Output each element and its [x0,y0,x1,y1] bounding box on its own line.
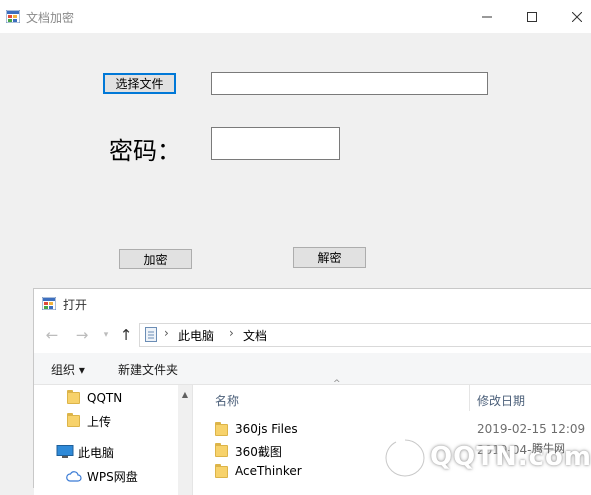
maximize-icon [526,11,537,22]
decrypt-button[interactable]: 解密 [293,247,366,268]
folder-icon [215,464,228,478]
main-title-bar: 文档加密 [0,0,591,33]
nav-item-qqtn[interactable]: QQTN [34,387,178,409]
organize-menu-button[interactable]: 组织 ▾ [51,361,85,378]
qqtn-logo-icon [383,437,427,479]
history-dropdown-icon[interactable]: ▾ [96,325,116,345]
file-path-input[interactable] [211,72,488,95]
column-header-name[interactable]: 名称 [215,392,239,409]
column-divider[interactable] [469,385,470,411]
watermark-text: QQTN.com [430,442,591,472]
breadcrumb-separator-icon: › [164,326,169,340]
nav-item-upload[interactable]: 上传 [34,410,178,432]
folder-icon [215,422,228,436]
folder-icon [67,413,80,427]
app-form-icon [6,10,20,23]
password-input[interactable] [211,127,340,160]
dialog-nav-bar: ← → ▾ ↑ › 此电脑 › 文档 [34,319,591,353]
watermark-subtext: 腾牛网 [532,442,565,455]
sort-ascending-icon: ^ [333,379,341,389]
navigation-pane: QQTN 上传 此电脑 WPS网盘 [34,385,192,495]
address-bar[interactable]: › 此电脑 › 文档 [139,323,591,347]
file-name: 360截图 [235,445,282,459]
cloud-icon [66,471,82,482]
scroll-up-icon[interactable]: ▲ [179,389,191,401]
breadcrumb-this-pc[interactable]: 此电脑 [178,327,214,344]
folder-icon [215,443,228,457]
back-arrow-icon[interactable]: ← [42,325,62,345]
new-folder-button[interactable]: 新建文件夹 [118,361,178,378]
dialog-command-bar: 组织 ▾ 新建文件夹 [34,353,591,385]
file-date: 2019-02-15 12:09 [477,422,586,436]
dialog-form-icon [42,297,56,310]
minimize-button[interactable] [464,0,509,33]
nav-pane-scrollbar[interactable] [178,385,192,495]
password-label: 密码： [109,137,181,165]
file-name: 360js Files [235,422,298,436]
maximize-button[interactable] [509,0,554,33]
nav-item-this-pc[interactable]: 此电脑 [34,441,178,463]
window-title: 文档加密 [26,11,75,25]
dialog-title-bar: 打开 [34,289,591,319]
up-arrow-icon[interactable]: ↑ [116,325,136,345]
breadcrumb-documents[interactable]: 文档 [243,327,267,344]
folder-icon [67,390,80,404]
close-icon [571,11,582,22]
dialog-title: 打开 [63,298,88,312]
close-button[interactable] [554,0,591,33]
forward-arrow-icon[interactable]: → [72,325,92,345]
file-name: AceThinker [235,464,302,478]
minimize-icon [481,16,492,17]
column-header-row: ^ 名称 修改日期 [193,379,591,411]
nav-item-wps-cloud[interactable]: WPS网盘 [34,465,178,487]
column-header-date[interactable]: 修改日期 [477,392,525,409]
choose-file-button[interactable]: 选择文件 [103,73,176,94]
documents-icon [145,327,157,342]
encrypt-button[interactable]: 加密 [119,249,192,269]
breadcrumb-separator-icon: › [229,326,234,340]
computer-icon [56,445,74,458]
